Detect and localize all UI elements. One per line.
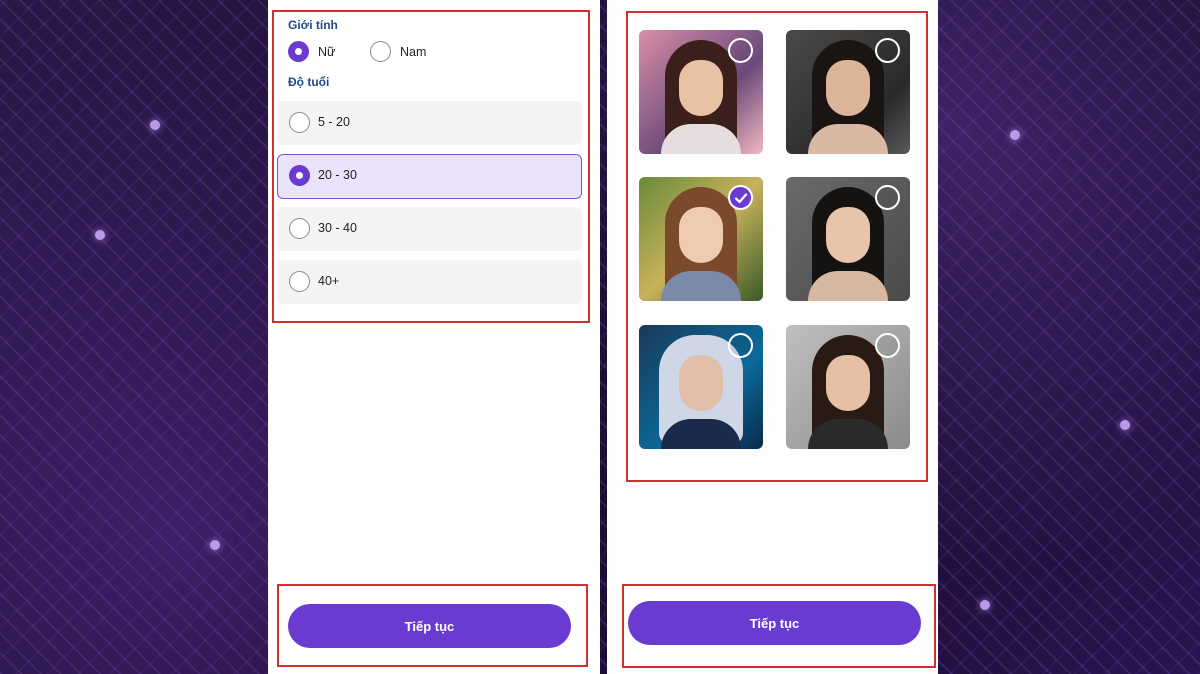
male-label: Nam <box>400 45 427 59</box>
age-option-5-20[interactable]: 5 - 20 <box>277 101 582 145</box>
avatar-face <box>679 207 723 263</box>
age-radio[interactable] <box>289 112 310 133</box>
age-option-40-plus[interactable]: 40+ <box>277 260 582 304</box>
decor-dot <box>210 540 220 550</box>
continue-button[interactable]: Tiếp tục <box>628 601 921 645</box>
decor-dot <box>980 600 990 610</box>
avatar-face <box>826 207 870 263</box>
avatar-face <box>826 355 870 411</box>
age-label: Độ tuổi <box>288 75 330 89</box>
select-circle-icon[interactable] <box>875 185 900 210</box>
avatar-option[interactable] <box>786 325 910 449</box>
circuit-background <box>0 0 1200 674</box>
avatar-option[interactable] <box>639 325 763 449</box>
female-label: Nữ <box>318 45 336 59</box>
decor-dot <box>1010 130 1020 140</box>
continue-button[interactable]: Tiếp tục <box>288 604 571 648</box>
select-circle-icon[interactable] <box>875 333 900 358</box>
age-option-30-40[interactable]: 30 - 40 <box>277 207 582 251</box>
male-radio[interactable] <box>370 41 391 62</box>
profile-form-screen: Giới tính Nữ Nam Độ tuổi 5 - 20 20 - 30 … <box>268 0 600 674</box>
select-circle-icon[interactable] <box>728 38 753 63</box>
avatar-option[interactable] <box>639 30 763 154</box>
age-option-label: 30 - 40 <box>318 221 357 235</box>
select-circle-icon[interactable] <box>875 38 900 63</box>
select-circle-icon[interactable] <box>728 333 753 358</box>
avatar-option-selected[interactable] <box>639 177 763 301</box>
age-radio[interactable] <box>289 165 310 186</box>
age-option-label: 5 - 20 <box>318 115 350 129</box>
avatar-face <box>679 355 723 411</box>
female-radio[interactable] <box>288 41 309 62</box>
age-option-label: 20 - 30 <box>318 168 357 182</box>
age-radio[interactable] <box>289 218 310 239</box>
avatar-face <box>679 60 723 116</box>
age-option-20-30[interactable]: 20 - 30 <box>277 154 582 199</box>
gender-label: Giới tính <box>288 18 338 32</box>
checkmark-icon[interactable] <box>728 185 753 210</box>
decor-dot <box>95 230 105 240</box>
avatar-face <box>826 60 870 116</box>
avatar-option[interactable] <box>786 30 910 154</box>
decor-dot <box>1120 420 1130 430</box>
avatar-picker-screen: Tiếp tục <box>607 0 938 674</box>
age-option-label: 40+ <box>318 274 340 288</box>
avatar-option[interactable] <box>786 177 910 301</box>
decor-dot <box>150 120 160 130</box>
age-radio[interactable] <box>289 271 310 292</box>
